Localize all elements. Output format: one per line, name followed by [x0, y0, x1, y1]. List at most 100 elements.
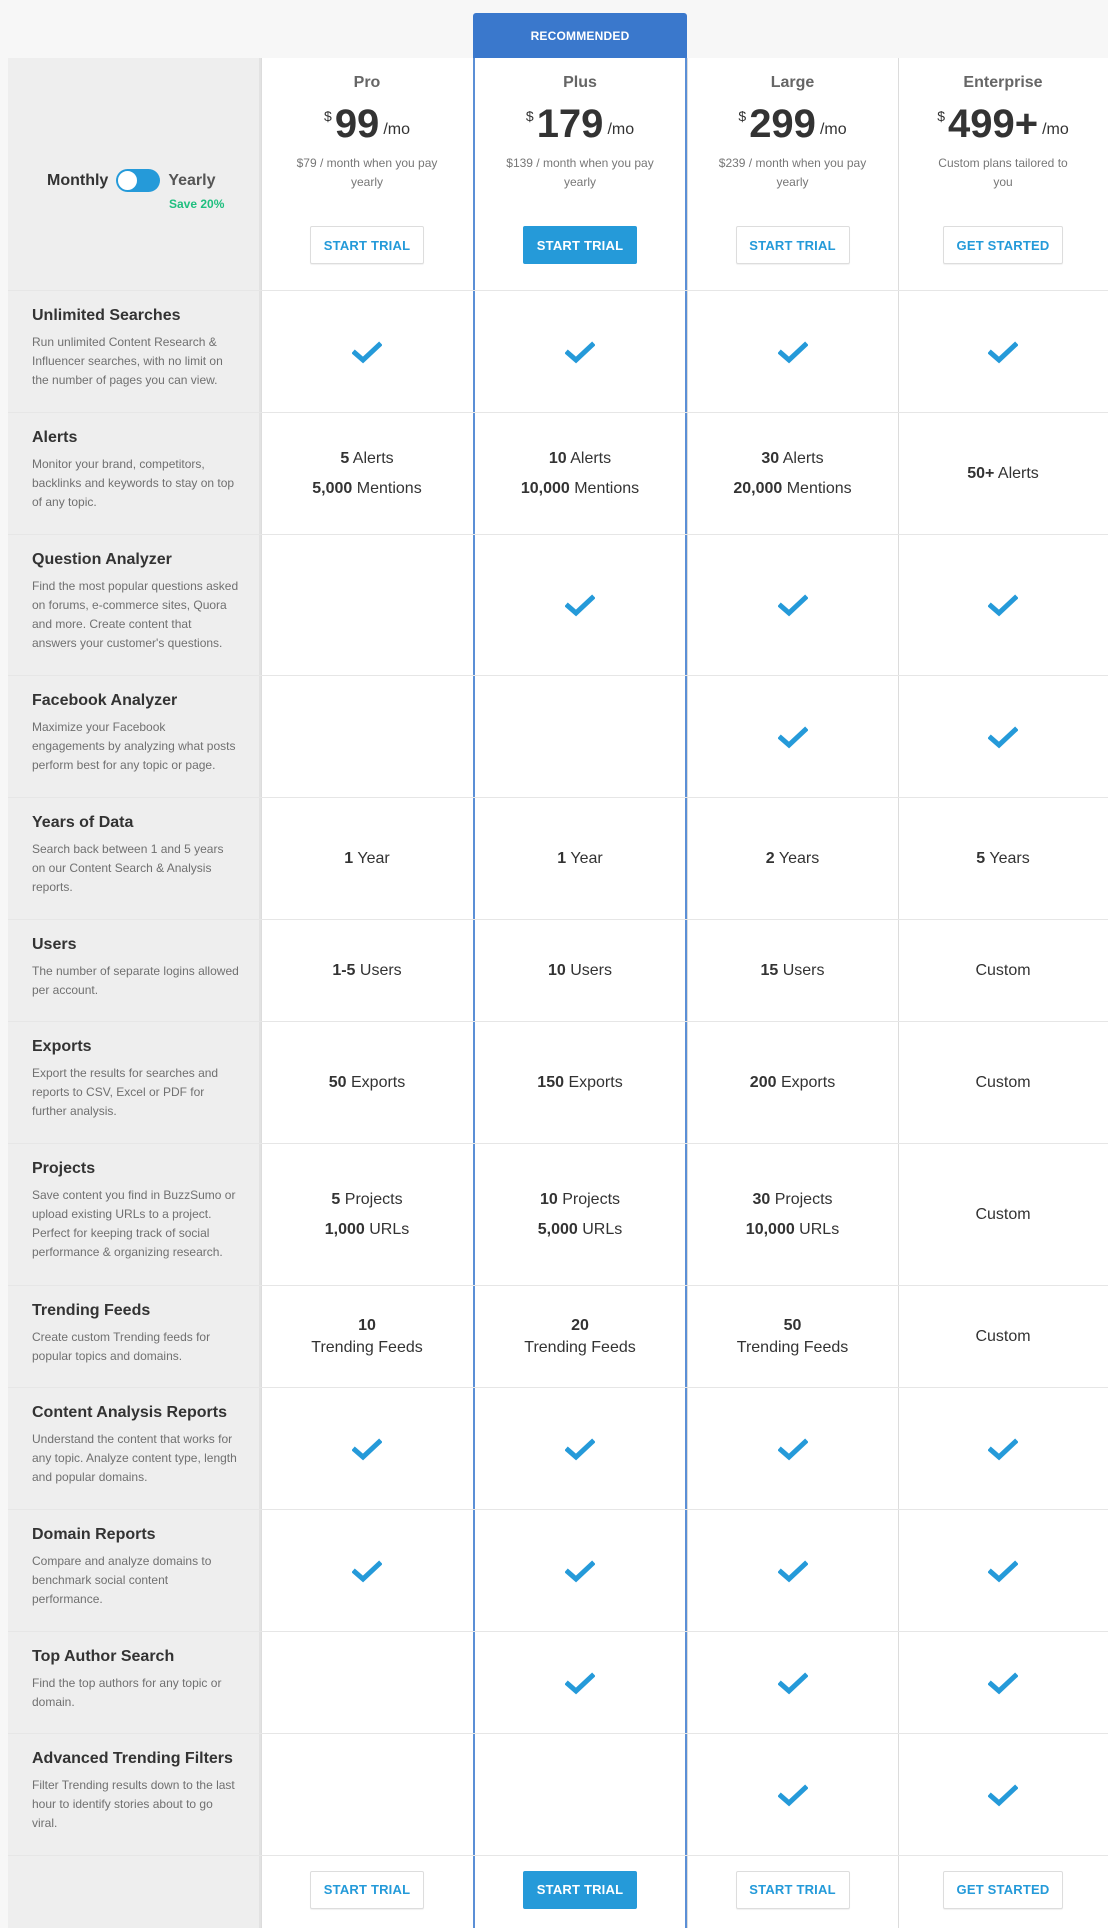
value-line: 30 Projects	[752, 1185, 832, 1215]
start-trial-button[interactable]: START TRIAL	[310, 1871, 424, 1909]
feature-value-large	[687, 1632, 898, 1733]
feature-description: Search back between 1 and 5 years on our…	[32, 842, 224, 894]
value-unit: Users	[565, 961, 613, 979]
get-started-button[interactable]: GET STARTED	[943, 226, 1063, 264]
checkmark-icon	[565, 594, 595, 617]
value-unit: Exports	[346, 1073, 406, 1091]
value-unit: Mentions	[352, 479, 422, 497]
value-unit: Custom	[975, 1073, 1031, 1091]
value-number: 150	[537, 1073, 564, 1091]
checkmark-icon	[565, 1559, 595, 1582]
value-unit: Mentions	[782, 479, 852, 497]
feature-value-enterprise: Custom	[898, 1144, 1108, 1285]
feature-title: Content Analysis Reports	[32, 1404, 227, 1421]
checkmark-icon	[988, 725, 1018, 748]
checkmark-icon	[988, 1783, 1018, 1806]
value-unit: Trending Feeds	[524, 1338, 636, 1356]
feature-value-plus: 10 Projects 5,000 URLs	[473, 1144, 687, 1285]
value-unit: Exports	[564, 1073, 623, 1091]
value-unit: Trending Feeds	[311, 1338, 423, 1356]
value-line: 5 Alerts	[340, 444, 393, 474]
feature-value-large: 2 Years	[687, 798, 898, 919]
checkmark-icon	[988, 1671, 1018, 1694]
feature-value-pro: 5 Alerts 5,000 Mentions	[261, 413, 473, 534]
checkmark-icon	[777, 340, 808, 363]
feature-row: Trending Feeds Create custom Trending fee…	[8, 1285, 1108, 1387]
feature-label: Alerts Monitor your brand, competitors, b…	[8, 413, 261, 534]
value-number: 10	[358, 1316, 376, 1334]
value-unit: Custom	[975, 1205, 1031, 1223]
value-unit: Exports	[776, 1073, 836, 1091]
checkmark-icon	[777, 1559, 808, 1582]
checkmark-icon	[565, 1671, 595, 1694]
feature-value-large	[687, 1510, 898, 1631]
value-unit: URLs	[577, 1220, 623, 1238]
value-line: 1,000 URLs	[325, 1215, 410, 1245]
price-period: /mo	[1042, 121, 1069, 138]
checkmark-icon	[988, 1437, 1018, 1460]
billing-toggle-switch[interactable]	[116, 169, 161, 192]
value-number: 10,000	[520, 479, 570, 497]
monthly-label[interactable]: Monthly	[47, 172, 108, 190]
checkmark-icon	[352, 1437, 382, 1460]
value-unit: Year	[353, 849, 390, 867]
feature-row: Facebook Analyzer Maximize your Facebook …	[8, 675, 1108, 797]
value-line: 150 Exports	[537, 1068, 622, 1098]
feature-label: Years of Data Search back between 1 and 5…	[8, 798, 261, 919]
feature-description: Find the top authors for any topic or do…	[32, 1676, 222, 1709]
value-number: 5,000	[312, 479, 353, 497]
feature-row: Advanced Trending Filters Filter Trending…	[8, 1733, 1108, 1855]
yearly-label[interactable]: Yearly	[168, 172, 215, 190]
feature-value-enterprise	[898, 676, 1108, 797]
feature-value-pro: 5 Projects 1,000 URLs	[261, 1144, 473, 1285]
price-amount: 99	[334, 102, 380, 146]
start-trial-button[interactable]: START TRIAL	[735, 1871, 850, 1909]
price-amount: 499+	[948, 102, 1039, 146]
feature-title: Domain Reports	[32, 1526, 156, 1543]
feature-description: Run unlimited Content Research & Influen…	[32, 335, 223, 387]
feature-value-large: 200 Exports	[687, 1022, 898, 1143]
feature-description: Maximize your Facebook engagements by an…	[32, 720, 236, 772]
feature-title: Facebook Analyzer	[32, 692, 178, 709]
value-number: 30	[761, 449, 780, 467]
start-trial-button[interactable]: START TRIAL	[523, 1871, 637, 1909]
feature-row: Top Author Search Find the top authors fo…	[8, 1631, 1108, 1733]
feature-description: Understand the content that works for an…	[32, 1432, 237, 1484]
checkmark-icon	[988, 340, 1018, 363]
feature-label: Unlimited Searches Run unlimited Content …	[8, 291, 261, 412]
start-trial-button[interactable]: START TRIAL	[310, 226, 424, 264]
value-line: 50 Exports	[329, 1068, 405, 1098]
value-number: 10	[548, 449, 567, 467]
checkmark-icon	[777, 1783, 808, 1806]
feature-row: Exports Export the results for searches a…	[8, 1021, 1108, 1143]
feature-row: Question Analyzer Find the most popular q…	[8, 534, 1108, 675]
value-unit: Alerts	[566, 449, 612, 467]
get-started-button[interactable]: GET STARTED	[943, 1871, 1063, 1909]
feature-value-large: 50 Trending Feeds	[687, 1286, 898, 1387]
plan-header-plus: Plus $179/mo $139 / month when you pay yea…	[473, 58, 687, 290]
feature-row: Domain Reports Compare and analyze domain…	[8, 1509, 1108, 1631]
value-stack: 10 Trending Feeds	[311, 1315, 422, 1359]
feature-value-pro	[261, 1388, 473, 1509]
price-period: /mo	[819, 121, 847, 138]
feature-description: Save content you find in BuzzSumo or upl…	[32, 1188, 236, 1259]
value-line: 10 Alerts	[549, 444, 611, 474]
footer-cell-pro: START TRIAL	[261, 1856, 473, 1928]
plan-name: Pro	[353, 74, 381, 91]
value-line: Custom	[975, 1200, 1030, 1230]
feature-value-enterprise	[898, 291, 1108, 412]
value-number: 15	[760, 961, 779, 979]
value-unit: URLs	[364, 1220, 410, 1238]
feature-value-plus	[473, 1632, 687, 1733]
value-unit: URLs	[794, 1220, 840, 1238]
value-stack: 20 Trending Feeds	[524, 1315, 635, 1359]
start-trial-button[interactable]: START TRIAL	[523, 226, 637, 264]
feature-value-pro: 1 Year	[261, 798, 473, 919]
value-number: 5	[331, 1190, 341, 1208]
feature-value-plus: 20 Trending Feeds	[473, 1286, 687, 1387]
plan-name: Enterprise	[963, 74, 1043, 91]
start-trial-button[interactable]: START TRIAL	[735, 226, 850, 264]
value-line: 2 Years	[766, 844, 819, 874]
currency-symbol: $	[738, 108, 747, 124]
checkmark-icon	[988, 1559, 1018, 1582]
